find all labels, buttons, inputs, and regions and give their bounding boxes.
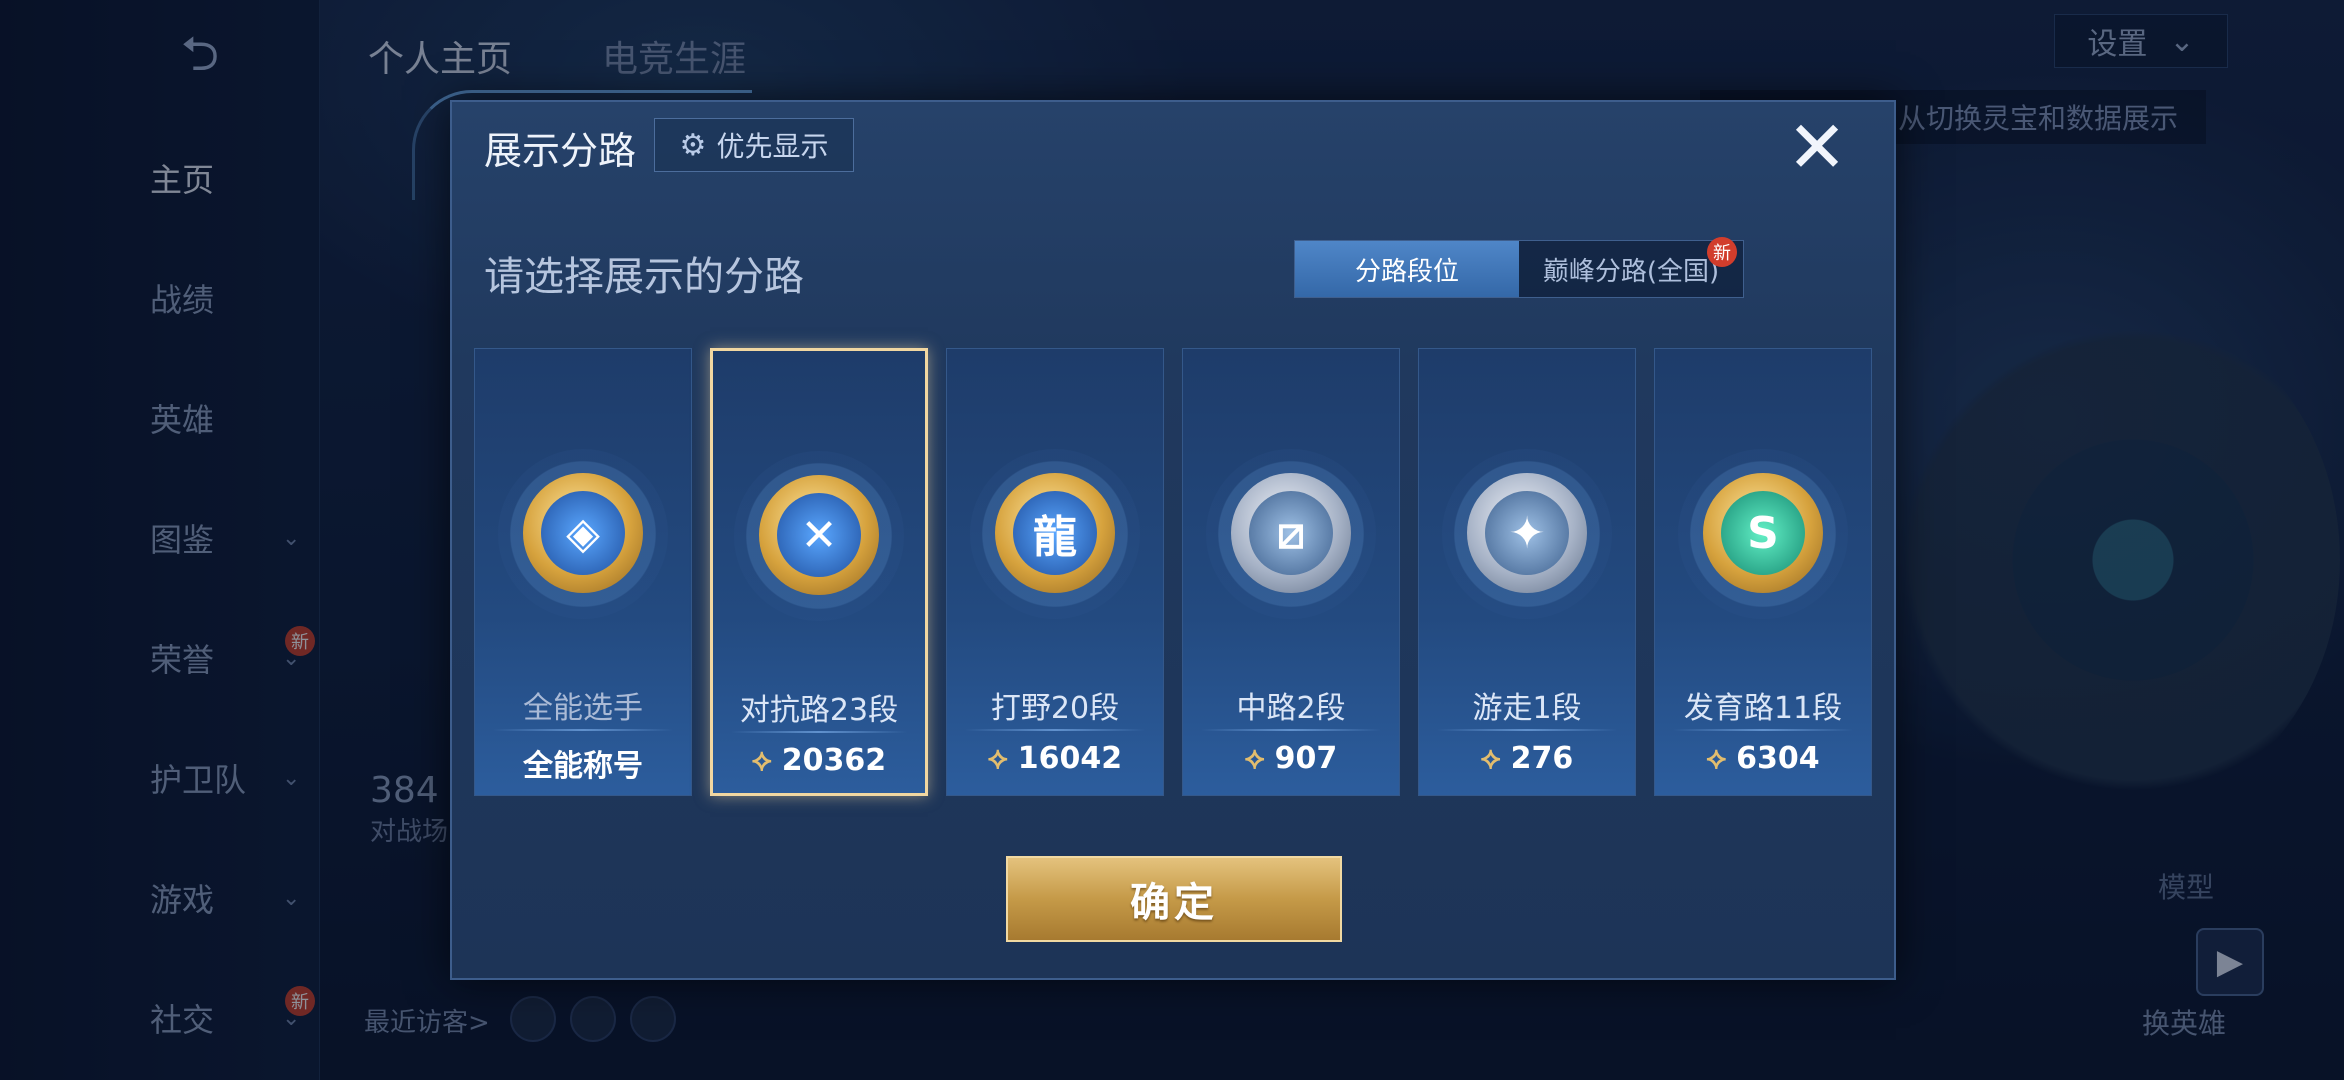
lane-score: ⟡ 907 xyxy=(1183,741,1399,776)
lane-score: ⟡ 276 xyxy=(1419,741,1635,776)
lane-card[interactable]: 龍打野20段 ⟡ 16042 xyxy=(946,348,1164,796)
peak-points-icon: ⟡ xyxy=(1706,741,1727,776)
lane-emblem-icon: 龍 xyxy=(995,473,1115,593)
lane-rank-label: 发育路11段 xyxy=(1683,691,1843,726)
lane-emblem-icon: S xyxy=(1703,473,1823,593)
confirm-button[interactable]: 确定 xyxy=(1006,856,1342,942)
lane-emblem-icon: ◈ xyxy=(523,473,643,593)
segment-label: 巅峰分路(全国) xyxy=(1542,256,1720,287)
peak-points-icon: ⟡ xyxy=(1244,741,1265,776)
lane-rank-label: 打野20段 xyxy=(990,691,1120,726)
lane-card[interactable]: ◈ 全能选手全能称号 xyxy=(474,348,692,796)
segment-label: 分路段位 xyxy=(1354,256,1459,287)
priority-display-button[interactable]: ⚙ 优先显示 xyxy=(654,118,854,172)
card-divider xyxy=(965,729,1145,731)
lane-score: ⟡ 20362 xyxy=(713,743,925,778)
segment-lane-rank[interactable]: 分路段位 xyxy=(1295,241,1519,297)
emblem-glyph: ⧄ xyxy=(1249,491,1333,575)
card-divider xyxy=(1673,729,1853,731)
emblem-glyph: 龍 xyxy=(1013,491,1097,575)
lane-score: 全能称号 xyxy=(475,741,691,785)
peak-points-icon: ⟡ xyxy=(1480,741,1501,776)
emblem-glyph: ✦ xyxy=(1485,491,1569,575)
new-badge: 新 xyxy=(1707,237,1737,267)
lane-score-value: 907 xyxy=(1274,741,1338,776)
lane-card[interactable]: S 发育路11段 ⟡ 6304 xyxy=(1654,348,1872,796)
card-divider xyxy=(731,731,907,733)
card-divider xyxy=(1201,729,1381,731)
lane-rank-label: 全能选手 xyxy=(523,691,643,726)
lane-score-value: 16042 xyxy=(1017,741,1123,776)
segment-peak-lane[interactable]: 巅峰分路(全国) 新 xyxy=(1519,237,1743,297)
lane-emblem-icon: ✦ xyxy=(1467,473,1587,593)
lane-rank-label: 游走1段 xyxy=(1472,691,1582,726)
lane-emblem-icon: ✕ xyxy=(759,475,879,595)
segment-control: 分路段位 巅峰分路(全国) 新 xyxy=(1294,237,1744,298)
lane-score-value: 20362 xyxy=(781,743,887,778)
emblem-glyph: ◈ xyxy=(541,491,625,575)
lane-rank-label: 中路2段 xyxy=(1236,691,1346,726)
card-divider xyxy=(1437,729,1617,731)
peak-points-icon: ⟡ xyxy=(751,743,772,778)
emblem-glyph: S xyxy=(1721,491,1805,575)
card-divider xyxy=(493,729,673,731)
lane-score: ⟡ 6304 xyxy=(1655,741,1871,776)
emblem-glyph: ✕ xyxy=(777,493,861,577)
lane-card[interactable]: ⧄ 中路2段 ⟡ 907 xyxy=(1182,348,1400,796)
lane-card[interactable]: ✦ 游走1段 ⟡ 276 xyxy=(1418,348,1636,796)
close-icon[interactable]: ✕ xyxy=(1782,111,1852,183)
lane-score-value: 6304 xyxy=(1736,741,1820,776)
lane-score-value: 276 xyxy=(1510,741,1574,776)
lane-score: ⟡ 16042 xyxy=(947,741,1163,776)
lane-score-value: 全能称号 xyxy=(523,749,643,784)
priority-display-label: 优先显示 xyxy=(716,130,829,163)
dialog-subtitle: 请选择展示的分路 xyxy=(484,254,804,300)
lane-card-list: ◈ 全能选手全能称号 ✕ 对抗路23段 ⟡ 20362 龍打野20段 ⟡ 16042 ⧄ 中路2段 ⟡… xyxy=(474,348,1872,796)
dialog-title: 展示分路 xyxy=(484,129,637,173)
gear-icon: ⚙ xyxy=(679,127,707,163)
peak-points-icon: ⟡ xyxy=(987,741,1008,776)
lane-display-dialog: 展示分路 ⚙ 优先显示 ✕ 请选择展示的分路 分路段位 巅峰分路(全国) 新 ◈… xyxy=(412,90,1896,980)
lane-rank-label: 对抗路23段 xyxy=(739,693,899,728)
lane-emblem-icon: ⧄ xyxy=(1231,473,1351,593)
lane-card[interactable]: ✕ 对抗路23段 ⟡ 20362 xyxy=(710,348,928,796)
